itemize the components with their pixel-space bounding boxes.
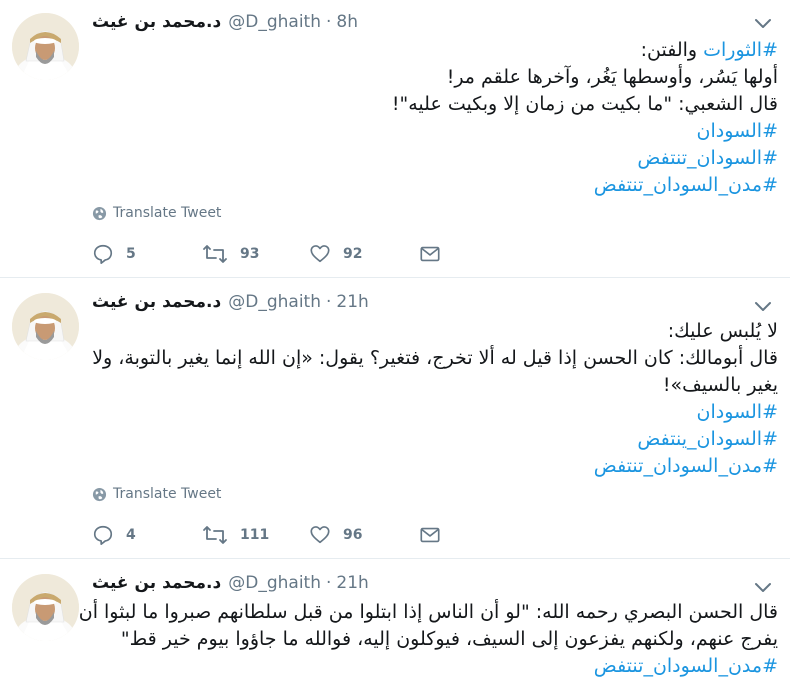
retweet-button[interactable]: 93	[202, 243, 309, 265]
avatar[interactable]	[12, 293, 79, 360]
hashtag-link[interactable]: #الثورات	[703, 39, 778, 61]
author-name[interactable]: د.محمد بن غيث	[92, 573, 221, 593]
tweet-text-line: يغير بالسيف»!	[92, 372, 778, 399]
author-handle[interactable]: @D_ghaith	[228, 292, 321, 312]
tweet-text-segment: يغير بالسيف»!	[662, 374, 778, 396]
reply-button[interactable]: 4	[92, 524, 202, 546]
timestamp[interactable]: 8h	[336, 12, 358, 32]
tweet-text-segment: قال الشعبي: "ما بكيت من زمان إلا وبكيت ع…	[391, 93, 778, 115]
tweet-text-segment: لا يُلبس عليك:	[667, 320, 778, 342]
tweet-text-segment: أولها يَسُر، وأوسطها يَغُر، وآخرها علقم …	[446, 66, 778, 88]
like-count: 96	[343, 527, 363, 543]
tweet-text-line: قال أبومالك: كان الحسن إذا قيل له ألا تخ…	[92, 345, 778, 372]
separator-dot: ·	[326, 573, 332, 593]
author-name[interactable]: د.محمد بن غيث	[92, 292, 221, 312]
tweet-actions: 5 93 92	[92, 242, 441, 266]
reply-count: 5	[126, 246, 136, 262]
tweet-header: د.محمد بن غيث @D_ghaith · 8h	[92, 12, 358, 34]
like-count: 92	[343, 246, 363, 262]
hashtag-link[interactable]: #مدن_السودان_تنتفض	[594, 655, 778, 677]
heart-icon	[310, 245, 330, 263]
avatar-image	[12, 293, 79, 360]
tweet-text-segment: والفتن:	[640, 39, 704, 61]
tweet-text-line: يفرج عنهم، ولكنهم يفزعون إلى السيف، فيوك…	[92, 626, 778, 653]
chevron-down-icon[interactable]	[754, 17, 772, 29]
timestamp[interactable]: 21h	[336, 573, 368, 593]
hashtag-link[interactable]: #السودان	[697, 401, 778, 423]
tweet[interactable]: د.محمد بن غيث @D_ghaith · 8h #الثورات وا…	[0, 0, 790, 277]
reply-icon	[93, 525, 113, 545]
direct-message-button[interactable]	[419, 243, 441, 265]
reply-button[interactable]: 5	[92, 243, 202, 265]
tweet-header: د.محمد بن غيث @D_ghaith · 21h	[92, 573, 369, 595]
avatar[interactable]	[12, 13, 79, 80]
author-handle[interactable]: @D_ghaith	[228, 573, 321, 593]
retweet-count: 111	[240, 527, 270, 543]
tweet-header: د.محمد بن غيث @D_ghaith · 21h	[92, 292, 369, 314]
tweet-text: قال الحسن البصري رحمه الله: "لو أن الناس…	[79, 599, 778, 680]
avatar[interactable]	[12, 574, 79, 641]
like-button[interactable]: 92	[309, 243, 419, 265]
globe-icon	[92, 487, 107, 501]
tweet-text-line: لا يُلبس عليك:	[92, 318, 778, 345]
tweet-text-line: قال الحسن البصري رحمه الله: "لو أن الناس…	[79, 599, 778, 626]
separator-dot: ·	[326, 292, 332, 312]
hashtag-link[interactable]: #مدن_السودان_تنتفض	[594, 455, 778, 477]
retweet-button[interactable]: 111	[202, 524, 309, 546]
envelope-icon	[420, 527, 440, 543]
envelope-icon	[420, 246, 440, 262]
tweet-text-line: #السودان_ينتفض	[92, 426, 778, 453]
tweet-text-line: #مدن_السودان_تنتفض	[92, 172, 778, 199]
tweet-text-segment: قال الحسن البصري رحمه الله: "لو أن الناس…	[78, 601, 778, 623]
author-name[interactable]: د.محمد بن غيث	[92, 12, 221, 32]
tweet-text-line: #مدن_السودان_تنتفض	[92, 653, 778, 680]
tweet-text-line: #الثورات والفتن:	[92, 37, 778, 64]
chevron-down-icon[interactable]	[754, 300, 772, 312]
reply-count: 4	[126, 527, 136, 543]
hashtag-link[interactable]: #السودان	[697, 120, 778, 142]
tweet-text: لا يُلبس عليك: قال أبومالك: كان الحسن إذا…	[92, 318, 778, 480]
retweet-icon	[203, 245, 227, 263]
author-handle[interactable]: @D_ghaith	[228, 12, 321, 32]
translate-tweet-link[interactable]: Translate Tweet	[92, 205, 221, 221]
tweet-actions: 4 111 96	[92, 523, 441, 547]
tweet-text-segment: قال أبومالك: كان الحسن إذا قيل له ألا تخ…	[92, 347, 778, 369]
direct-message-button[interactable]	[419, 524, 441, 546]
globe-icon	[92, 206, 107, 220]
tweet-text-line: #السودان	[92, 399, 778, 426]
retweet-count: 93	[240, 246, 260, 262]
translate-label: Translate Tweet	[113, 486, 222, 502]
avatar-image	[12, 574, 79, 641]
tweet-text-line: #السودان_تنتفض	[92, 145, 778, 172]
tweet-text-line: #مدن_السودان_تنتفض	[92, 453, 778, 480]
tweet[interactable]: د.محمد بن غيث @D_ghaith · 21h لا يُلبس ع…	[0, 278, 790, 558]
heart-icon	[310, 526, 330, 544]
tweet-text-line: #السودان	[92, 118, 778, 145]
hashtag-link[interactable]: #مدن_السودان_تنتفض	[594, 174, 778, 196]
separator-dot: ·	[326, 12, 332, 32]
tweet-text-line: قال الشعبي: "ما بكيت من زمان إلا وبكيت ع…	[92, 91, 778, 118]
translate-tweet-link[interactable]: Translate Tweet	[92, 486, 221, 502]
tweet[interactable]: د.محمد بن غيث @D_ghaith · 21h قال الحسن …	[0, 559, 790, 690]
hashtag-link[interactable]: #السودان_تنتفض	[637, 147, 778, 169]
tweet-text: #الثورات والفتن: أولها يَسُر، وأوسطها يَغ…	[92, 37, 778, 199]
like-button[interactable]: 96	[309, 524, 419, 546]
tweet-text-segment: يفرج عنهم، ولكنهم يفزعون إلى السيف، فيوك…	[120, 628, 778, 650]
chevron-down-icon[interactable]	[754, 581, 772, 593]
avatar-image	[12, 13, 79, 80]
translate-label: Translate Tweet	[113, 205, 222, 221]
timestamp[interactable]: 21h	[336, 292, 368, 312]
hashtag-link[interactable]: #السودان_ينتفض	[637, 428, 778, 450]
tweet-text-line: أولها يَسُر، وأوسطها يَغُر، وآخرها علقم …	[92, 64, 778, 91]
reply-icon	[93, 244, 113, 264]
retweet-icon	[203, 526, 227, 544]
